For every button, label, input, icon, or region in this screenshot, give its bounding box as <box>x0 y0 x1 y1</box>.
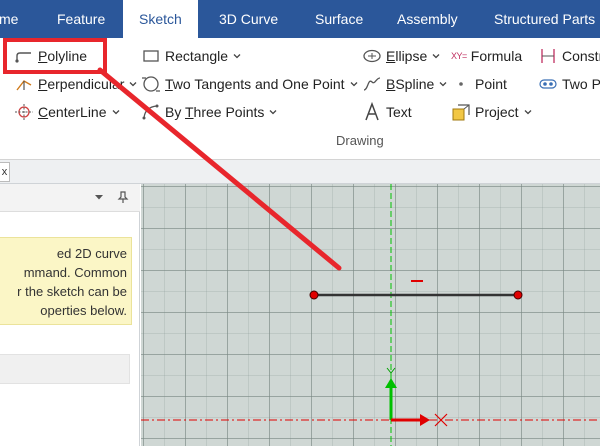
ellipse-button[interactable]: Ellipse <box>362 44 441 68</box>
centerline-button[interactable]: CenterLine <box>14 100 121 124</box>
ribbon-group-label: Drawing <box>336 133 384 148</box>
two-tangents-button[interactable]: Two Tangents and One Point <box>141 72 359 96</box>
constraint-label: Constr <box>562 48 600 64</box>
perpendicular-label: Perpendicular <box>38 76 125 92</box>
rectangle-button[interactable]: Rectangle <box>141 44 242 68</box>
polyline-button[interactable]: Polyline <box>14 44 87 68</box>
rectangle-label: Rectangle <box>165 48 229 64</box>
three-points-button[interactable]: By Three Points <box>141 100 278 124</box>
perpendicular-button[interactable]: Perpendicular <box>14 72 138 96</box>
point-icon <box>459 82 463 86</box>
document-tab-strip: x <box>0 160 600 184</box>
sketch-canvas[interactable] <box>141 184 600 446</box>
chevron-down-icon <box>350 82 358 87</box>
property-field[interactable] <box>0 354 130 384</box>
project-label: Project <box>475 104 519 120</box>
hint-line: operties below. <box>40 303 127 318</box>
point-label: Point <box>475 76 507 92</box>
chevron-down-icon <box>112 110 119 115</box>
hint-line: ed 2D curve <box>56 246 127 261</box>
constraint-button[interactable]: Constr <box>538 44 600 68</box>
tab-surface[interactable]: Surface <box>315 0 363 38</box>
two-points-icon <box>539 79 557 89</box>
app-window: me Feature Sketch 3D Curve Surface Assem… <box>0 0 600 446</box>
chevron-down-icon <box>269 110 277 115</box>
dropdown-icon[interactable] <box>92 190 106 204</box>
perpendicular-icon <box>16 80 32 91</box>
text-label: Text <box>386 104 412 120</box>
formula-button[interactable]: XY= Formula <box>451 44 522 68</box>
polyline-icon <box>15 52 31 63</box>
tab-home[interactable]: me <box>0 0 18 38</box>
polyline-label: Polyline <box>38 48 88 64</box>
tab-3d-curve[interactable]: 3D Curve <box>219 0 278 38</box>
project-button[interactable]: Project <box>451 100 533 124</box>
bspline-button[interactable]: BSpline <box>362 72 448 96</box>
tab-assembly[interactable]: Assembly <box>397 0 458 38</box>
arc-three-points-icon <box>142 104 159 120</box>
project-icon <box>452 104 470 121</box>
ellipse-label: Ellipse <box>386 48 428 64</box>
help-tooltip: ed 2D curve mmand. Common r the sketch c… <box>0 237 132 325</box>
tab-feature[interactable]: Feature <box>57 0 105 38</box>
properties-panel: ed 2D curve mmand. Common r the sketch c… <box>0 184 140 446</box>
hint-line: r the sketch can be <box>17 284 127 299</box>
two-tangents-label: Two Tangents and One Point <box>165 76 345 92</box>
panel-header <box>0 184 140 212</box>
constraint-icon <box>541 49 555 63</box>
close-icon[interactable]: x <box>0 162 10 182</box>
hint-line: mmand. Common <box>23 265 127 280</box>
chevron-down-icon <box>439 82 447 87</box>
formula-label: Formula <box>470 48 523 64</box>
pin-icon[interactable] <box>116 190 130 204</box>
two-points-label: Two Po <box>562 76 600 92</box>
rectangle-icon <box>143 50 159 62</box>
tab-sketch[interactable]: Sketch <box>123 0 198 38</box>
centerline-icon <box>15 104 33 120</box>
text-icon <box>365 102 379 121</box>
formula-icon: XY= <box>451 51 467 61</box>
bspline-icon <box>363 77 381 91</box>
chevron-down-icon <box>524 110 532 115</box>
ellipse-icon <box>363 49 381 63</box>
circle-tangent-icon <box>142 76 160 92</box>
chevron-down-icon <box>233 54 241 59</box>
point-button[interactable]: Point <box>451 72 507 96</box>
ribbon-tab-bar: me Feature Sketch 3D Curve Surface Assem… <box>0 0 600 38</box>
chevron-down-icon <box>129 82 137 87</box>
tab-structured-parts[interactable]: Structured Parts <box>494 0 595 38</box>
chevron-down-icon <box>432 54 440 59</box>
centerline-label: CenterLine <box>38 104 107 120</box>
three-points-label: By Three Points <box>165 104 265 120</box>
text-button[interactable]: Text <box>362 100 412 124</box>
two-points-button[interactable]: Two Po <box>538 72 600 96</box>
bspline-label: BSpline <box>386 76 435 92</box>
